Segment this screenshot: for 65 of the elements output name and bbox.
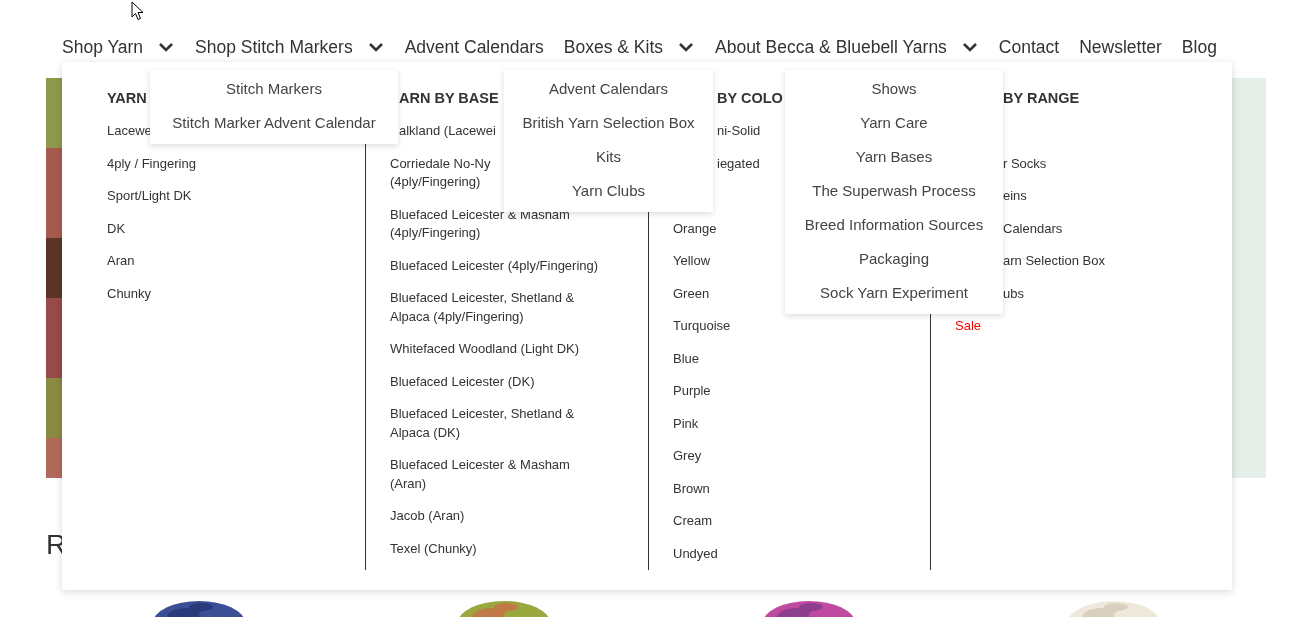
dropdown-link[interactable]: Breed Information Sources bbox=[804, 212, 984, 246]
menu-link[interactable]: Whitefaced Woodland (Light DK) bbox=[390, 340, 580, 359]
menu-link[interactable]: alkland (Lacewei bbox=[399, 122, 496, 141]
column-heading: ARN BY BASE bbox=[399, 89, 499, 108]
nav-link[interactable]: Shop Yarn bbox=[62, 37, 144, 58]
nav-link[interactable]: Newsletter bbox=[1079, 37, 1162, 58]
dropdown-link[interactable]: Packaging bbox=[858, 246, 930, 280]
dropdown-link[interactable]: Yarn Clubs bbox=[571, 178, 646, 212]
menu-link[interactable]: arn Selection Box bbox=[1003, 252, 1105, 271]
menu-link[interactable]: Calendars bbox=[1003, 219, 1063, 238]
menu-link[interactable]: Bluefaced Leicester & Masham (Aran) bbox=[390, 456, 570, 493]
nav-link[interactable]: Blog bbox=[1181, 37, 1217, 58]
dropdown-link[interactable]: Yarn Care bbox=[860, 110, 928, 144]
nav-link[interactable]: Shop Stitch Markers bbox=[195, 37, 353, 58]
chevron-down-icon[interactable] bbox=[960, 41, 979, 54]
menu-link[interactable]: ni-Solid bbox=[717, 122, 761, 141]
dropdown-link[interactable]: Stitch Marker Advent Calendar bbox=[172, 110, 376, 144]
menu-link[interactable]: Brown bbox=[673, 479, 710, 498]
dropdown-link[interactable]: Yarn Bases bbox=[855, 144, 933, 178]
menu-link[interactable]: r Socks bbox=[1003, 154, 1047, 173]
menu-link[interactable]: Bluefaced Leicester, Shetland & Alpaca (4ply/Fingering) bbox=[390, 289, 575, 326]
menu-link[interactable]: iegated bbox=[717, 154, 760, 173]
dropdown-link[interactable]: Sock Yarn Experiment bbox=[820, 280, 968, 314]
dropdown-link[interactable]: The Superwash Process bbox=[812, 178, 976, 212]
menu-link[interactable]: Bluefaced Leicester, Shetland & Alpaca (DK) bbox=[390, 405, 575, 442]
dropdown-link[interactable]: Advent Calendars bbox=[548, 76, 669, 110]
column-heading: BY RANGE bbox=[1003, 89, 1080, 108]
chevron-down-icon[interactable] bbox=[366, 41, 385, 54]
dropdown-link[interactable]: British Yarn Selection Box bbox=[522, 110, 695, 144]
menu-link[interactable]: Chunky bbox=[107, 284, 152, 303]
menu-link[interactable]: Corriedale No-Ny (4ply/Fingering) bbox=[390, 154, 491, 192]
nav-link[interactable]: Boxes & Kits bbox=[563, 37, 663, 58]
dropdown-link[interactable]: Stitch Markers bbox=[226, 76, 322, 110]
nav-link[interactable]: About Becca & Bluebell Yarns bbox=[715, 37, 947, 58]
menu-link[interactable]: ubs bbox=[1003, 284, 1024, 303]
sale-link[interactable]: Sale bbox=[955, 317, 982, 336]
nav-link[interactable]: Advent Calendars bbox=[404, 37, 544, 58]
menu-link[interactable]: Bluefaced Leicester (4ply/Fingering) bbox=[390, 256, 599, 275]
menu-link[interactable]: Lacewe bbox=[107, 122, 152, 141]
menu-link[interactable]: Texel (Chunky) bbox=[390, 539, 477, 558]
menu-link[interactable]: Orange bbox=[673, 219, 717, 238]
menu-link[interactable]: Pink bbox=[673, 414, 699, 433]
chevron-down-icon[interactable] bbox=[677, 41, 695, 54]
menu-link[interactable]: Grey bbox=[673, 447, 702, 466]
menu-link[interactable]: Sport/Light DK bbox=[107, 187, 192, 206]
menu-link[interactable]: Blue bbox=[673, 349, 700, 368]
menu-link[interactable]: Purple bbox=[673, 382, 711, 401]
menu-link[interactable]: 4ply / Fingering bbox=[107, 154, 196, 173]
column-heading: BY COLO bbox=[717, 89, 783, 108]
chevron-down-icon[interactable] bbox=[157, 41, 176, 54]
cursor-icon bbox=[131, 1, 144, 21]
dropdown-link[interactable]: Shows bbox=[871, 76, 917, 110]
menu-link[interactable]: Cream bbox=[673, 512, 712, 531]
dropdown-link[interactable]: Kits bbox=[596, 144, 621, 178]
menu-link[interactable]: Undyed bbox=[673, 544, 718, 563]
menu-link[interactable]: DK bbox=[107, 219, 126, 238]
column-heading: YARN bbox=[107, 89, 147, 108]
nav-link[interactable]: Contact bbox=[998, 37, 1060, 58]
menu-link[interactable]: Yellow bbox=[673, 252, 711, 271]
menu-link[interactable]: Green bbox=[673, 284, 710, 303]
menu-link[interactable]: Turquoise bbox=[673, 317, 731, 336]
menu-link[interactable]: Jacob (Aran) bbox=[390, 507, 465, 526]
menu-link[interactable]: Aran bbox=[107, 252, 135, 271]
menu-link[interactable]: Bluefaced Leicester (DK) bbox=[390, 372, 535, 391]
menu-link[interactable]: eins bbox=[1003, 187, 1027, 206]
